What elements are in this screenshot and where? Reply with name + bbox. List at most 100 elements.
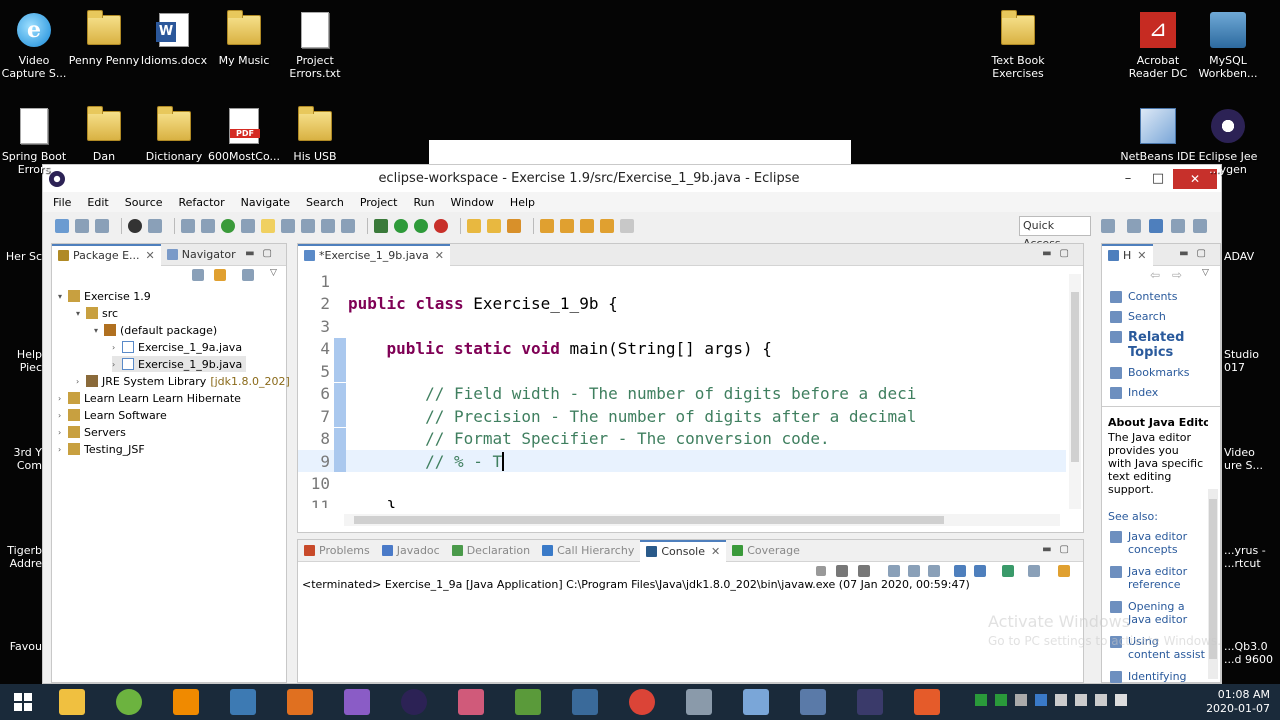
desktop-edge-label[interactable]: Help Piec xyxy=(4,348,42,374)
wizard-icon[interactable] xyxy=(507,219,521,233)
search-pin-icon[interactable] xyxy=(241,219,255,233)
tree-expand-icon[interactable]: › xyxy=(112,343,122,352)
open-project-icon[interactable] xyxy=(487,219,501,233)
tab-javadoc[interactable]: Javadoc xyxy=(376,540,446,562)
tray-bluetooth-icon[interactable] xyxy=(1035,694,1047,706)
desktop-icon[interactable]: Dan xyxy=(66,104,142,163)
help-link[interactable]: Bookmarks xyxy=(1110,366,1189,379)
tab-coverage[interactable]: Coverage xyxy=(726,540,806,562)
back-arrow-icon[interactable]: ⇦ xyxy=(1150,268,1160,282)
taskbar-spring[interactable] xyxy=(109,686,149,718)
desktop-edge-label[interactable]: ...yrus - ...rtcut xyxy=(1224,544,1280,570)
desktop-icon[interactable]: e Video Capture S... xyxy=(0,8,72,80)
desktop-edge-label[interactable]: ADAV xyxy=(1224,250,1280,263)
coverage-icon[interactable] xyxy=(414,219,428,233)
previous-annotation-icon[interactable] xyxy=(560,219,574,233)
remove-all-icon[interactable] xyxy=(858,565,870,577)
last-edit-icon[interactable] xyxy=(580,219,594,233)
taskbar-file-explorer[interactable] xyxy=(52,686,92,718)
tree-expand-icon[interactable]: ▾ xyxy=(94,326,104,335)
link-editor-icon[interactable] xyxy=(214,269,226,281)
close-icon[interactable]: ✕ xyxy=(146,249,155,262)
tree-item[interactable]: ▾ (default package) xyxy=(94,322,217,338)
mark-icon[interactable] xyxy=(281,219,295,233)
open-perspective-icon[interactable] xyxy=(1101,219,1115,233)
code-area[interactable]: 1 2 public class Exercise_1_9b {3 4 public … xyxy=(298,268,1066,508)
show-stdout-icon[interactable] xyxy=(954,565,966,577)
desktop-icon[interactable]: ⊿ Acrobat Reader DC xyxy=(1120,8,1196,80)
menu-item-run[interactable]: Run xyxy=(413,196,434,209)
taskbar-office[interactable] xyxy=(907,686,947,718)
taskbar-save-app[interactable] xyxy=(793,686,833,718)
desktop-icon[interactable]: Project Errors.txt xyxy=(277,8,353,80)
menu-item-refactor[interactable]: Refactor xyxy=(179,196,225,209)
desktop-icon[interactable]: MySQL Workben... xyxy=(1190,8,1266,80)
desktop-edge-label[interactable]: Studio 017 xyxy=(1224,348,1280,374)
help-link[interactable]: Java editor concepts xyxy=(1110,530,1187,556)
menu-item-navigate[interactable]: Navigate xyxy=(241,196,290,209)
tray-green-icon[interactable] xyxy=(995,694,1007,706)
tree-item[interactable]: › JRE System Library [jdk1.8.0_202] xyxy=(76,373,290,389)
skip-breakpoints-icon[interactable] xyxy=(181,219,195,233)
tree-item[interactable]: ▾ src xyxy=(76,305,118,321)
menu-item-project[interactable]: Project xyxy=(360,196,398,209)
desktop-icon[interactable]: NetBeans IDE xyxy=(1120,104,1196,163)
close-icon[interactable]: ✕ xyxy=(711,545,720,558)
tree-item[interactable]: › Servers xyxy=(58,424,126,440)
help-link[interactable]: Index xyxy=(1110,386,1158,399)
start-button[interactable] xyxy=(0,684,46,720)
desktop-icon[interactable]: Penny Penny xyxy=(66,8,142,67)
show-stderr-icon[interactable] xyxy=(974,565,986,577)
java-ee-perspective-icon[interactable] xyxy=(1127,219,1141,233)
taskbar-git-ish[interactable] xyxy=(451,686,491,718)
tray-volume-icon[interactable] xyxy=(1055,694,1067,706)
taskbar-visual-studio[interactable] xyxy=(337,686,377,718)
close-icon[interactable]: ✕ xyxy=(435,249,444,262)
taskbar-mysql-workbench[interactable] xyxy=(565,686,605,718)
menu-item-source[interactable]: Source xyxy=(125,196,163,209)
save-all-icon[interactable] xyxy=(95,219,109,233)
desktop-edge-label[interactable]: Video ure S... xyxy=(1224,446,1280,472)
refresh-icon[interactable] xyxy=(221,219,235,233)
external-tools-icon[interactable] xyxy=(434,219,448,233)
tray-network-icon[interactable] xyxy=(1015,694,1027,706)
build-icon[interactable] xyxy=(201,219,215,233)
tree-item[interactable]: › Learn Software xyxy=(58,407,167,423)
remove-launch-icon[interactable] xyxy=(836,565,848,577)
desktop-icon[interactable]: Spring Boot Errors xyxy=(0,104,72,176)
tray-green-icon[interactable] xyxy=(975,694,987,706)
view-min-max-icon[interactable]: ▬▢ xyxy=(1042,248,1077,259)
close-icon[interactable]: ✕ xyxy=(1137,249,1146,262)
tab-problems[interactable]: Problems xyxy=(298,540,376,562)
title-bar[interactable]: eclipse-workspace - Exercise 1.9/src/Exe… xyxy=(43,165,1221,192)
taskbar-chrome[interactable] xyxy=(622,686,662,718)
taskbar-editor[interactable] xyxy=(508,686,548,718)
desktop-icon[interactable]: His USB xyxy=(277,104,353,163)
terminal-icon[interactable] xyxy=(148,219,162,233)
scroll-lock-icon[interactable] xyxy=(908,565,920,577)
menu-item-edit[interactable]: Edit xyxy=(87,196,108,209)
help-scrollbar[interactable] xyxy=(1208,489,1218,679)
forward-icon[interactable] xyxy=(620,219,634,233)
taskbar-media[interactable] xyxy=(280,686,320,718)
desktop-icon[interactable]: Text Book Exercises xyxy=(980,8,1056,80)
help-link[interactable]: Related Topics xyxy=(1110,330,1184,360)
forward-arrow-icon[interactable]: ⇨ xyxy=(1172,268,1182,282)
tree-expand-icon[interactable]: ▾ xyxy=(58,292,68,301)
tray-battery-icon[interactable] xyxy=(1075,694,1087,706)
tree-expand-icon[interactable]: › xyxy=(58,394,68,403)
minimize-button[interactable]: – xyxy=(1113,171,1143,186)
tab-help[interactable]: H ✕ xyxy=(1102,243,1153,266)
vertical-scrollbar[interactable] xyxy=(1069,274,1081,509)
help-link[interactable]: Java editor reference xyxy=(1110,565,1187,591)
pin-console-icon[interactable] xyxy=(1002,565,1014,577)
back-icon[interactable] xyxy=(600,219,614,233)
menu-item-file[interactable]: File xyxy=(53,196,71,209)
tree-expand-icon[interactable]: › xyxy=(112,360,122,369)
save-icon[interactable] xyxy=(75,219,89,233)
tray-flag-icon[interactable] xyxy=(1115,694,1127,706)
open-type-icon[interactable] xyxy=(301,219,315,233)
tab-declaration[interactable]: Declaration xyxy=(446,540,536,562)
tab-editor-file[interactable]: *Exercise_1_9b.java ✕ xyxy=(298,243,451,266)
quick-access-field[interactable]: Quick Access xyxy=(1019,216,1091,250)
